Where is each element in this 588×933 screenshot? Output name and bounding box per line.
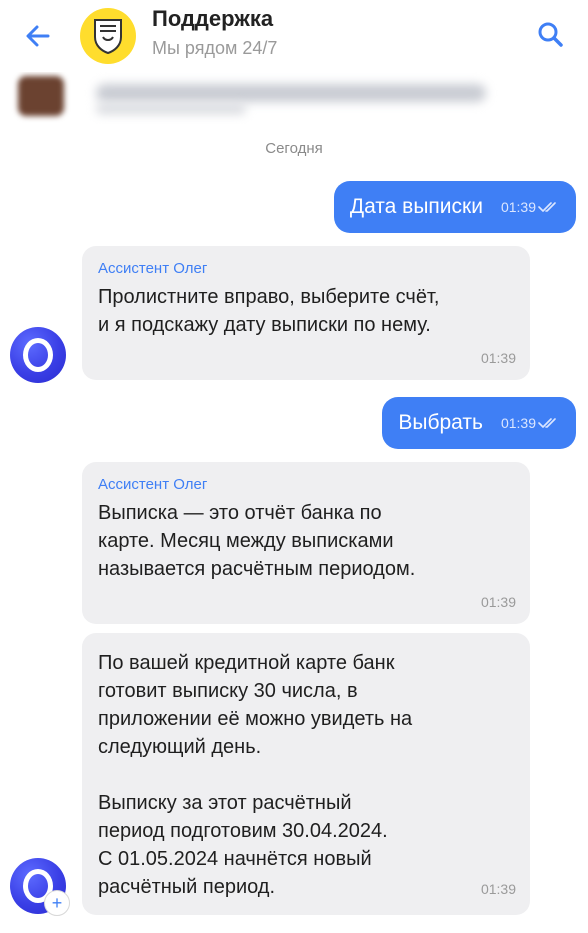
blurred-text — [96, 84, 486, 102]
search-icon — [538, 22, 563, 47]
message-meta: 01:39 — [501, 415, 560, 431]
shield-logo-icon — [94, 19, 122, 55]
blurred-previous-message — [0, 72, 588, 124]
double-check-icon — [538, 418, 556, 428]
message-time: 01:39 — [480, 594, 516, 610]
message-time: 01:39 — [500, 415, 536, 431]
message-text: Пролистните вправо, выберите счёт, и я п… — [98, 286, 440, 336]
blurred-text — [96, 104, 246, 114]
sender-name: Ассистент Олег — [98, 476, 208, 493]
message-time: 01:39 — [500, 199, 536, 215]
assistant-avatar-letter — [23, 338, 53, 372]
double-check-icon — [538, 202, 556, 212]
arrow-left-icon — [26, 25, 50, 47]
message-text: Дата выписки — [349, 195, 483, 218]
incoming-message[interactable]: Ассистент Олег Выписка — это отчёт банка… — [82, 462, 530, 624]
message-time: 01:39 — [480, 881, 516, 897]
message-meta: 01:39 — [501, 199, 560, 215]
message-text: По вашей кредитной карте банк готовит вы… — [98, 652, 413, 898]
bank-logo[interactable] — [80, 8, 136, 64]
search-button[interactable] — [530, 16, 570, 52]
incoming-message[interactable]: По вашей кредитной карте банк готовит вы… — [82, 633, 530, 915]
day-separator: Сегодня — [265, 140, 323, 157]
message-time: 01:39 — [480, 350, 516, 366]
outgoing-message[interactable]: Выбрать 01:39 — [382, 397, 576, 449]
outgoing-message[interactable]: Дата выписки 01:39 — [333, 181, 576, 233]
message-text: Выписка — это отчёт банка по карте. Меся… — [98, 502, 416, 580]
blurred-avatar — [18, 76, 64, 116]
message-text: Выбрать — [398, 411, 483, 434]
assistant-avatar[interactable] — [10, 327, 66, 383]
back-button[interactable] — [18, 18, 58, 54]
incoming-message[interactable]: Ассистент Олег Пролистните вправо, выбер… — [82, 246, 530, 380]
chat-subtitle: Мы рядом 24/7 — [152, 38, 278, 58]
chat-title: Поддержка — [152, 6, 274, 31]
chat-header: Поддержка Мы рядом 24/7 — [0, 0, 588, 72]
sender-name: Ассистент Олег — [98, 260, 208, 277]
add-badge[interactable]: + — [44, 890, 70, 916]
